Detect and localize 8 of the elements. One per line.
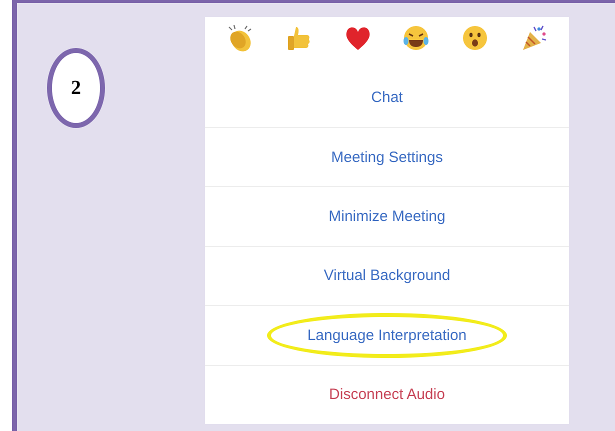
menu-item[interactable]: Disconnect Audio xyxy=(325,382,449,408)
menu-item[interactable]: Minimize Meeting xyxy=(324,204,450,230)
laughing-face-icon[interactable] xyxy=(401,23,432,53)
menu-item[interactable]: Meeting Settings xyxy=(327,144,447,170)
menu-item[interactable]: Chat xyxy=(367,85,407,110)
menu-item[interactable]: Virtual Background xyxy=(320,263,454,288)
menu-item[interactable]: Language Interpretation xyxy=(267,312,507,358)
step-number: 2 xyxy=(47,48,105,128)
